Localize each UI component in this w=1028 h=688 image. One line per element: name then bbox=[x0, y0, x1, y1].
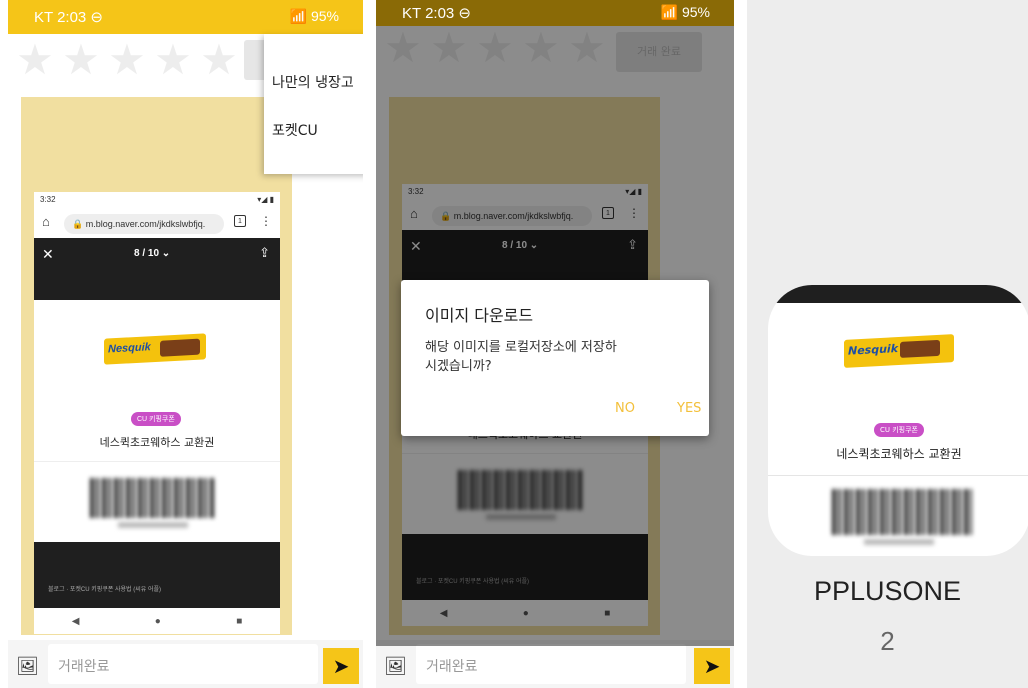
screen-coupon-card: Nesquik CU 키핑쿠폰 네스퀵초코웨하스 교환권 PPLUSONE 2 bbox=[747, 0, 1028, 688]
menu-item-my-fridge[interactable]: 나만의 냉장고 bbox=[264, 72, 363, 120]
star-icon[interactable]: ★ bbox=[104, 38, 150, 82]
dialog-title: 이미지 다운로드 bbox=[425, 306, 534, 325]
barcode bbox=[34, 462, 280, 542]
star-icon[interactable]: ★ bbox=[58, 38, 104, 82]
no-button[interactable]: NO bbox=[615, 401, 635, 416]
status-icons: 📶 95% bbox=[660, 4, 710, 20]
phone-status-time: 3:32 bbox=[40, 195, 56, 204]
yes-button[interactable]: YES bbox=[677, 401, 701, 416]
share-icon: ⇪ bbox=[259, 245, 270, 260]
menu-item-pocket-cu[interactable]: 포켓CU bbox=[264, 120, 363, 168]
coupon-product: Nesquik CU 키핑쿠폰 네스퀵초코웨하스 교환권 bbox=[34, 300, 280, 462]
download-dialog: 이미지 다운로드 해당 이미지를 로컬저장소에 저장하시겠습니까? NO YES bbox=[401, 280, 709, 436]
status-icons: 📶 95% bbox=[289, 8, 339, 24]
home-nav-icon: ● bbox=[154, 615, 161, 627]
barcode bbox=[832, 489, 972, 535]
rating-stars[interactable]: ★ ★ ★ ★ ★ bbox=[12, 38, 242, 82]
add-image-icon[interactable]: 🖼 bbox=[16, 656, 39, 677]
screen-download-dialog: KT 2:03 ⊖ 📶 95% ★ ★ ★ ★ ★ 거래 완료 3:32 ▾◢ … bbox=[376, 0, 734, 688]
product-name: 네스퀵초코웨하스 교환권 bbox=[836, 447, 962, 461]
message-input[interactable]: 거래완료 bbox=[48, 644, 318, 684]
status-time: KT 2:03 ⊖ bbox=[402, 5, 471, 22]
shared-screenshot[interactable]: 3:32 ▾◢ ▮ ⌂ 🔒 m.blog.naver.com/jkdkslwbf… bbox=[34, 192, 280, 634]
user-name: PPLUSONE bbox=[813, 576, 962, 606]
product-image: Nesquik bbox=[104, 333, 206, 365]
phone-status-icons: ▾◢ ▮ bbox=[257, 195, 274, 204]
coupon-badge: CU 키핑쿠폰 bbox=[874, 423, 924, 437]
browser-url-bar: ⌂ 🔒 m.blog.naver.com/jkdkslwbfjq. 1 ⋮ bbox=[34, 208, 280, 238]
phone-nav-bar: ◀ ● ■ bbox=[34, 608, 280, 634]
star-icon[interactable]: ★ bbox=[12, 38, 58, 82]
message-input[interactable]: 거래완료 bbox=[416, 644, 686, 684]
message-input-bar: 🖼 거래완료 ➤ bbox=[8, 640, 363, 688]
close-icon: ✕ bbox=[42, 246, 54, 262]
star-icon[interactable]: ★ bbox=[196, 38, 242, 82]
image-counter: 8 / 10 ⌄ bbox=[134, 248, 171, 259]
url-field: 🔒 m.blog.naver.com/jkdkslwbfjq. bbox=[64, 214, 224, 234]
blog-footer: 블로그 · 포켓CU 키핑쿠폰 사용법 (씨유 어플) bbox=[34, 542, 280, 608]
message-input-bar: 🖼 거래완료 ➤ bbox=[376, 640, 734, 688]
send-button[interactable]: ➤ bbox=[694, 648, 730, 684]
home-icon: ⌂ bbox=[42, 214, 50, 229]
more-icon: ⋮ bbox=[260, 214, 272, 228]
dialog-message: 해당 이미지를 로컬저장소에 저장하시겠습니까? bbox=[425, 340, 617, 374]
product-name: 네스퀵초코웨하스 교환권 bbox=[99, 436, 215, 449]
coupon-badge: CU 키핑쿠폰 bbox=[131, 412, 181, 426]
options-menu: 나만의 냉장고 포켓CU bbox=[264, 34, 363, 174]
back-icon: ◀ bbox=[71, 615, 80, 627]
send-button[interactable]: ➤ bbox=[323, 648, 359, 684]
coupon-card[interactable]: Nesquik CU 키핑쿠폰 네스퀵초코웨하스 교환권 bbox=[768, 285, 1028, 556]
recent-icon: ■ bbox=[236, 615, 243, 627]
phone-status-bar: 3:32 ▾◢ ▮ bbox=[34, 192, 280, 208]
image-viewer-header: ✕ 8 / 10 ⌄ ⇪ bbox=[34, 238, 280, 300]
add-image-icon[interactable]: 🖼 bbox=[384, 656, 407, 677]
star-icon[interactable]: ★ bbox=[150, 38, 196, 82]
coupon-count: 2 bbox=[880, 626, 895, 656]
status-bar: KT 2:03 ⊖ 📶 95% bbox=[8, 0, 363, 34]
screen-rating-menu: KT 2:03 ⊖ 📶 95% ★ ★ ★ ★ ★ 3:32 ▾◢ ▮ ⌂ 🔒 … bbox=[8, 0, 363, 688]
tabs-icon: 1 bbox=[234, 215, 246, 227]
status-time: KT 2:03 ⊖ bbox=[34, 9, 103, 26]
product-image: Nesquik bbox=[844, 334, 954, 368]
